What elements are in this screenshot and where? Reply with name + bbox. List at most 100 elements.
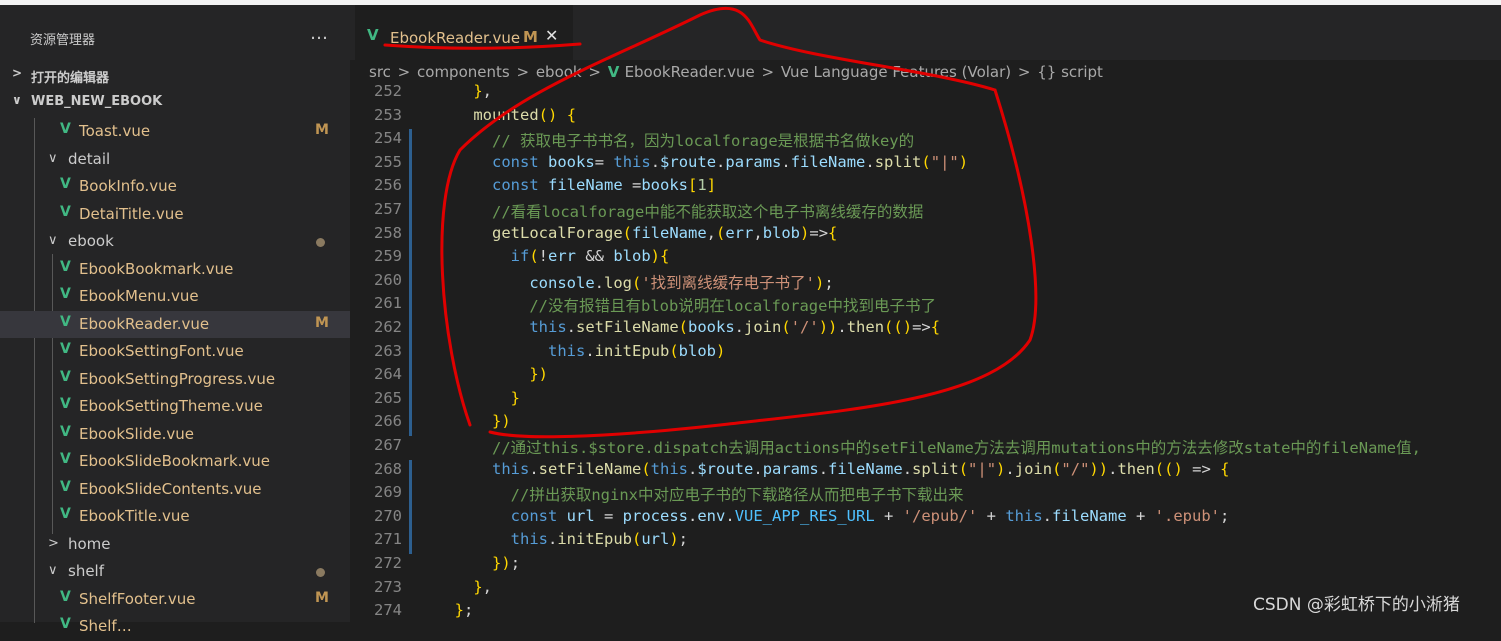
vue-file-icon: V	[60, 451, 71, 467]
git-change-marker	[409, 388, 412, 413]
chevron-down-icon: ∨	[48, 233, 58, 248]
tree-file[interactable]: V EbookTitle.vue	[0, 503, 350, 531]
tree-file[interactable]: V ShelfFooter.vue M	[0, 586, 350, 614]
open-editors-section[interactable]: > 打开的编辑器	[0, 62, 350, 88]
tree-item-label: EbookReader.vue	[79, 314, 210, 333]
line-number: 271	[374, 530, 402, 549]
vue-file-icon: V	[60, 203, 71, 220]
tree-item-label: home	[68, 534, 111, 553]
code-line[interactable]: 255 const books= this.$route.params.file…	[350, 152, 1501, 177]
tree-file[interactable]: V EbookBookmark.vue	[0, 256, 350, 284]
code-line[interactable]: 270 const url = process.env.VUE_APP_RES_…	[350, 506, 1501, 531]
git-change-marker	[409, 459, 412, 484]
tree-file[interactable]: V EbookReader.vue M	[0, 310, 350, 338]
code-line[interactable]: 256 const fileName =books[1]	[350, 176, 1501, 200]
breadcrumb-item[interactable]: ebook	[536, 63, 582, 81]
code-line[interactable]: 257 //看看localforage中能不能获取这个电子书离线缓存的数据	[350, 200, 1501, 224]
modified-badge: M	[315, 122, 329, 138]
git-change-marker	[409, 129, 412, 153]
tree-item-label: EbookBookmark.vue	[79, 259, 234, 278]
tree-file[interactable]: V EbookSettingProgress.vue	[0, 366, 350, 394]
project-section[interactable]: ∨ WEB_NEW_EBOOK	[0, 89, 350, 115]
tree-folder[interactable]: ∨ detail	[0, 146, 350, 174]
tree-item-label: EbookTitle.vue	[79, 507, 190, 525]
code-line[interactable]: 269 //拼出获取nginx中对应电子书的下载路径从而把电子书下载出来	[350, 483, 1501, 507]
vue-file-icon: V	[60, 286, 71, 302]
tree-item-label: detail	[68, 149, 111, 168]
vue-file-icon: V	[60, 588, 71, 605]
code-text: console.log('找到离线缓存电子书了');	[529, 273, 834, 292]
tree-file[interactable]: V EbookSlideBookmark.vue	[0, 448, 350, 476]
line-number: 254	[374, 129, 402, 148]
tree-file[interactable]: V EbookSlide.vue	[0, 421, 350, 449]
breadcrumb-item[interactable]: components	[417, 63, 510, 81]
code-line[interactable]: 262 this.setFileName(books.join('/')).th…	[350, 318, 1501, 342]
code-line[interactable]: 254 // 获取电子书书名，因为localforage是根据书名做key的	[350, 129, 1501, 153]
code-line[interactable]: 252 },	[350, 84, 1501, 106]
code-line[interactable]: 265 }	[350, 388, 1501, 413]
breadcrumb-item[interactable]: src	[369, 63, 391, 81]
line-number: 253	[374, 105, 402, 124]
code-line[interactable]: 266 })	[350, 412, 1501, 436]
breadcrumb-item[interactable]: EbookReader.vue	[625, 63, 755, 81]
code-text: //拼出获取nginx中对应电子书的下载路径从而把电子书下载出来	[510, 486, 964, 505]
tree-file[interactable]: V EbookSettingFont.vue	[0, 338, 350, 366]
tree-item-label: EbookSettingProgress.vue	[79, 369, 276, 388]
git-change-marker	[409, 506, 412, 531]
tree-file[interactable]: V Shelf…	[0, 613, 350, 641]
code-line[interactable]: 271 this.initEpub(url);	[350, 530, 1501, 554]
breadcrumb-item[interactable]: {} script	[1037, 63, 1103, 81]
close-icon[interactable]: ✕	[545, 26, 558, 45]
code-text: mounted() {	[473, 105, 577, 124]
git-change-marker	[409, 318, 412, 342]
code-line[interactable]: 272 });	[350, 554, 1501, 578]
tree-item-label: Toast.vue	[79, 122, 151, 140]
modified-dot-icon	[316, 568, 325, 577]
code-text: });	[492, 554, 521, 572]
tree-folder[interactable]: ∨ shelf	[0, 558, 350, 586]
chevron-down-icon: ∨	[48, 563, 58, 578]
git-change-marker	[409, 341, 412, 366]
line-number: 258	[374, 223, 402, 242]
tree-file[interactable]: V EbookMenu.vue	[0, 283, 350, 311]
chevron-right-icon: >	[756, 63, 779, 81]
code-line[interactable]: 260 console.log('找到离线缓存电子书了');	[350, 270, 1501, 295]
open-editors-label: 打开的编辑器	[31, 71, 110, 86]
chevron-right-icon: >	[511, 63, 534, 81]
chevron-down-icon: ∨	[48, 150, 58, 166]
code-editor[interactable]: 252 }, 253 mounted() {254 // 获取电子书书名，因为lo…	[350, 84, 1501, 622]
tree-file[interactable]: V EbookSettingTheme.vue	[0, 393, 350, 421]
git-change-marker	[409, 247, 412, 271]
code-text: const fileName =books[1]	[492, 176, 717, 195]
code-line[interactable]: 263 this.initEpub(blob)	[350, 341, 1501, 366]
line-number: 264	[374, 365, 402, 384]
chevron-right-icon: >	[583, 63, 606, 81]
tree-folder[interactable]: ∨ ebook	[0, 228, 350, 256]
code-line[interactable]: 259 if(!err && blob){	[350, 247, 1501, 271]
more-actions-icon[interactable]: …	[310, 23, 329, 44]
tree-item-label: EbookSettingFont.vue	[79, 342, 244, 360]
line-number: 268	[374, 459, 402, 478]
code-text: //没有报错且有blob说明在localforage中找到电子书了	[529, 297, 936, 316]
chevron-right-icon: >	[12, 66, 23, 80]
code-line[interactable]: 261 //没有报错且有blob说明在localforage中找到电子书了	[350, 294, 1501, 318]
tab-ebookreader[interactable]: V EbookReader.vue M ✕	[355, 5, 573, 60]
vue-file-icon: V	[60, 506, 71, 522]
tree-file[interactable]: V Toast.vue M	[0, 118, 350, 146]
code-line[interactable]: 258 getLocalForage(fileName,(err,blob)=>…	[350, 223, 1501, 248]
code-line[interactable]: 264 })	[350, 365, 1501, 389]
code-text: const url = process.env.VUE_APP_RES_URL …	[510, 506, 1230, 525]
code-line[interactable]: 253 mounted() {	[350, 106, 1501, 130]
tree-file[interactable]: V EbookSlideContents.vue	[0, 476, 350, 504]
tree-file[interactable]: V DetaiTitle.vue	[0, 201, 350, 229]
code-line[interactable]: 267 //通过this.$store.dispatch去调用actions中的…	[350, 436, 1501, 460]
code-text: }	[510, 388, 520, 407]
tree-folder[interactable]: > home	[0, 531, 350, 559]
tree-file[interactable]: V BookInfo.vue	[0, 173, 350, 201]
breadcrumb-item[interactable]: Vue Language Features (Volar)	[781, 63, 1011, 81]
line-number: 257	[374, 200, 402, 218]
code-text: })	[529, 365, 549, 384]
code-text: // 获取电子书书名，因为localforage是根据书名做key的	[492, 132, 915, 151]
code-line[interactable]: 268 this.setFileName(this.$route.params.…	[350, 459, 1501, 484]
line-number: 262	[374, 318, 402, 336]
